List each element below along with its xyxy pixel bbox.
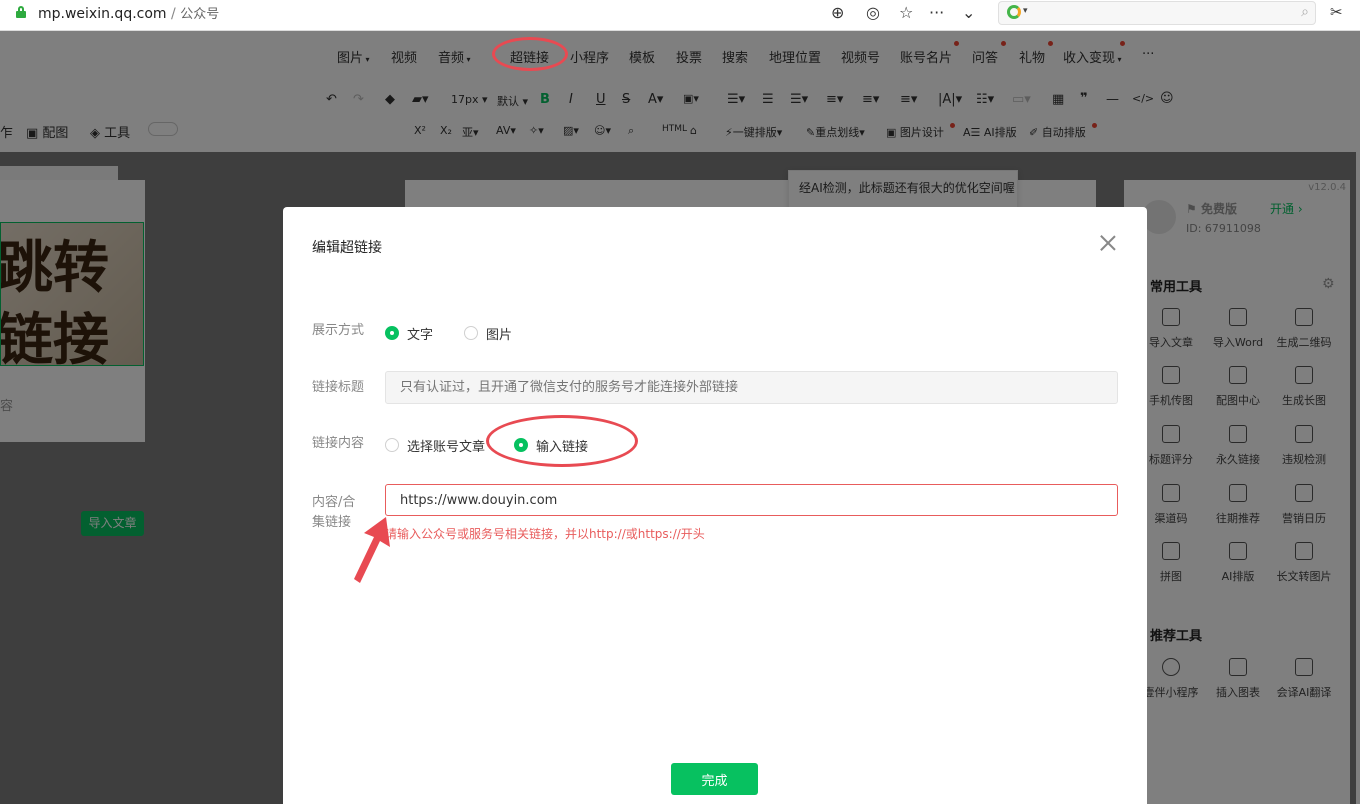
- scissors-icon[interactable]: ✂: [1330, 3, 1343, 21]
- done-button[interactable]: 完成: [671, 763, 758, 795]
- star-icon[interactable]: ☆: [899, 3, 913, 22]
- browser-bar: mp.weixin.qq.com / 公众号 ⊕ ◎ ☆ ··· ⌄ ▾ ⌕ ✂: [0, 0, 1360, 31]
- zoom-icon[interactable]: ⊕: [831, 3, 844, 22]
- link-content-label: 链接内容: [312, 436, 365, 451]
- url-host: mp.weixin.qq.com: [38, 6, 167, 22]
- radio-display-text[interactable]: [385, 326, 399, 340]
- display-mode-label: 展示方式: [312, 323, 365, 338]
- radio-display-text-label[interactable]: 文字: [407, 324, 433, 343]
- chevron-down-icon[interactable]: ⌄: [962, 3, 975, 22]
- search-icon[interactable]: ⌕: [1301, 4, 1309, 20]
- caret-down-icon[interactable]: ▾: [1023, 6, 1028, 16]
- search-engine-logo-icon: [1007, 5, 1021, 19]
- address-bar[interactable]: mp.weixin.qq.com / 公众号: [38, 3, 219, 22]
- annotation-circle-hyperlink: [492, 37, 568, 71]
- radio-display-image[interactable]: [464, 326, 478, 340]
- annotation-circle-input-link: [486, 415, 638, 467]
- annotation-arrow: [354, 517, 390, 583]
- lock-icon: [16, 6, 26, 18]
- radio-select-article-label[interactable]: 选择账号文章: [407, 436, 485, 455]
- link-title-label: 链接标题: [312, 380, 365, 395]
- close-icon[interactable]: [1098, 233, 1118, 253]
- dialog-title: 编辑超链接: [312, 240, 382, 256]
- url-label: 内容/合 集链接: [312, 495, 356, 530]
- url-error-message: 请输入公众号或服务号相关链接，并以http://或https://开头: [385, 527, 705, 541]
- radio-select-article[interactable]: [385, 438, 399, 452]
- lightbulb-icon[interactable]: ◎: [866, 3, 880, 22]
- more-icon[interactable]: ···: [929, 3, 944, 22]
- url-input[interactable]: [385, 484, 1118, 516]
- url-separator: /: [171, 6, 176, 22]
- radio-display-image-label[interactable]: 图片: [486, 324, 512, 343]
- link-title-input[interactable]: [385, 371, 1118, 404]
- url-path: 公众号: [180, 7, 220, 22]
- browser-search-box[interactable]: ▾ ⌕: [998, 1, 1316, 25]
- edit-hyperlink-dialog: 编辑超链接 展示方式 文字 图片 链接标题 链接内容 选择账号文章 输入链接 内…: [283, 207, 1147, 804]
